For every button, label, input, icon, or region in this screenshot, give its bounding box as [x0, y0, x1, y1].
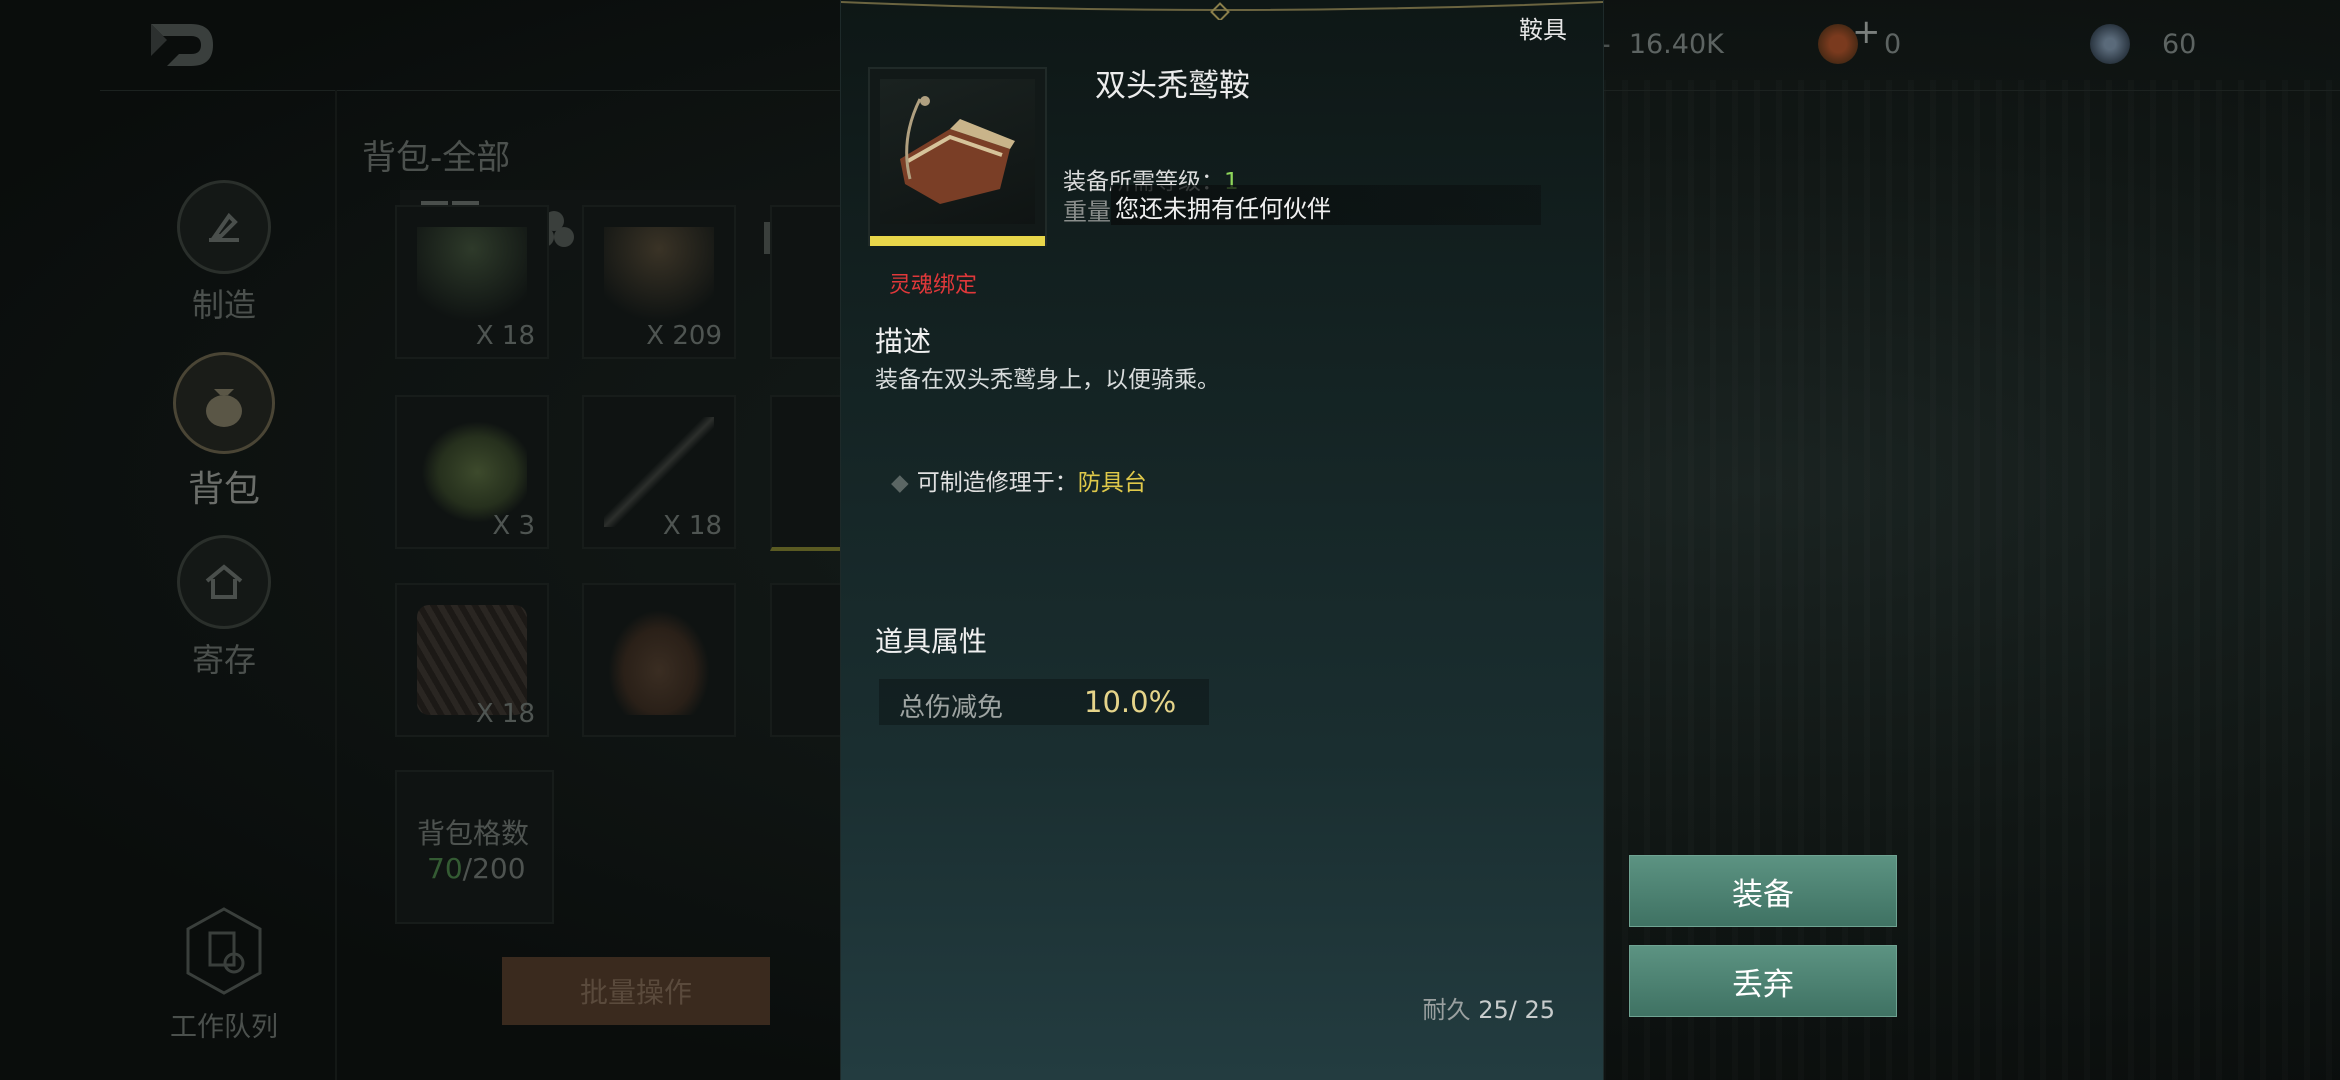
description-heading: 描述	[875, 325, 932, 358]
inventory-slot[interactable]	[770, 583, 844, 737]
craft-station: 防具台	[1077, 470, 1147, 496]
equip-button[interactable]: 装备	[1629, 855, 1897, 927]
resource-coin: + 0	[1818, 12, 1902, 64]
slot-quantity: X 18	[662, 511, 722, 541]
attribute-name: 总伤减免	[899, 693, 1004, 723]
item-category: 鞍具	[1519, 16, 1567, 44]
capacity-box: 背包格数 70/200	[395, 770, 554, 924]
inventory-title: 背包-全部	[362, 138, 511, 178]
coin-add-icon[interactable]: +	[1818, 12, 1881, 64]
resource-crystal: - 16.40K	[1600, 24, 1724, 64]
background-texture	[1600, 80, 2340, 1080]
inventory-slot[interactable]: X 18	[395, 583, 549, 737]
inventory-slot[interactable]	[770, 205, 844, 359]
saddle-icon	[900, 96, 1015, 204]
coin-count: 0	[1884, 28, 1902, 60]
craft-label: 可制造修理于：	[916, 470, 1078, 496]
sidebar-item-bag[interactable]: 背包	[170, 352, 278, 512]
inventory-slot[interactable]: X 3	[395, 395, 549, 549]
ornament-line	[841, 1, 1603, 20]
item-portrait	[868, 67, 1047, 246]
weight-label: 重量	[1063, 198, 1111, 226]
work-queue-label: 工作队列	[170, 1012, 278, 1043]
inventory-slot[interactable]: X 209	[582, 205, 736, 359]
description-text: 装备在双头秃鹫身上，以便骑乘。	[875, 367, 1220, 393]
capacity-used: 70	[427, 852, 463, 885]
orb-icon	[2090, 24, 2130, 64]
attribute-value: 10.0%	[1084, 685, 1177, 719]
item-icon	[604, 605, 714, 715]
item-name: 双头秃鹫鞍	[1095, 68, 1250, 104]
attribute-row: 总伤减免 10.0%	[879, 679, 1209, 725]
attributes-heading: 道具属性	[875, 625, 988, 658]
toast-text: 您还未拥有任何伙伴	[1115, 195, 1331, 223]
orb-count: 60	[2162, 28, 2197, 60]
item-quality-bar	[870, 236, 1045, 246]
inventory-slot[interactable]	[770, 395, 844, 551]
batch-operation-button[interactable]: 批量操作	[502, 957, 770, 1025]
sidebar-item-label: 寄存	[191, 641, 256, 679]
work-queue-icon	[186, 907, 262, 995]
durability: 耐久 25/ 25	[1423, 990, 1555, 1025]
bag-icon	[206, 389, 242, 427]
craft-location: ◆ 可制造修理于：防具台	[891, 463, 1147, 497]
crystal-count: 16.40K	[1628, 28, 1724, 60]
inventory-slot[interactable]: X 18	[582, 395, 736, 549]
notification-toast: 您还未拥有任何伙伴	[1111, 185, 1541, 225]
sidebar-item-label: 背包	[187, 469, 260, 510]
bullet-icon: ◆	[891, 470, 909, 496]
capacity-total: /200	[462, 852, 526, 885]
soulbound-status: 灵魂绑定	[889, 273, 978, 298]
durability-label: 耐久	[1422, 996, 1471, 1024]
crafting-icon	[209, 212, 239, 242]
sidebar-item-label: 制造	[191, 286, 256, 324]
inventory-slot[interactable]: X 18	[395, 205, 549, 359]
back-icon[interactable]	[145, 18, 219, 72]
slot-quantity: X 18	[475, 321, 535, 351]
sidebar-item-storage[interactable]: 寄存	[170, 535, 278, 681]
resource-orb: 60	[2090, 24, 2196, 64]
sidebar-item-crafting[interactable]: 制造	[170, 180, 278, 326]
slot-quantity: X 209	[646, 321, 722, 351]
sidebar-divider	[335, 90, 337, 1080]
durability-max: / 25	[1508, 996, 1555, 1024]
storage-icon	[205, 564, 243, 599]
slot-quantity: X 18	[475, 699, 535, 729]
discard-button[interactable]: 丢弃	[1629, 945, 1897, 1017]
capacity-value: 70/200	[427, 852, 526, 885]
item-detail-panel: 鞍具 双头秃鹫鞍 装备所需等级：1 重量 您还未拥有任何伙伴 灵魂绑定 描述 装…	[840, 0, 1604, 1080]
slot-quantity: X 3	[492, 511, 535, 541]
capacity-label: 背包格数	[417, 817, 530, 850]
work-queue-button[interactable]: 工作队列	[160, 905, 288, 1044]
durability-current: 25	[1478, 996, 1509, 1024]
inventory-slot[interactable]	[582, 583, 736, 737]
